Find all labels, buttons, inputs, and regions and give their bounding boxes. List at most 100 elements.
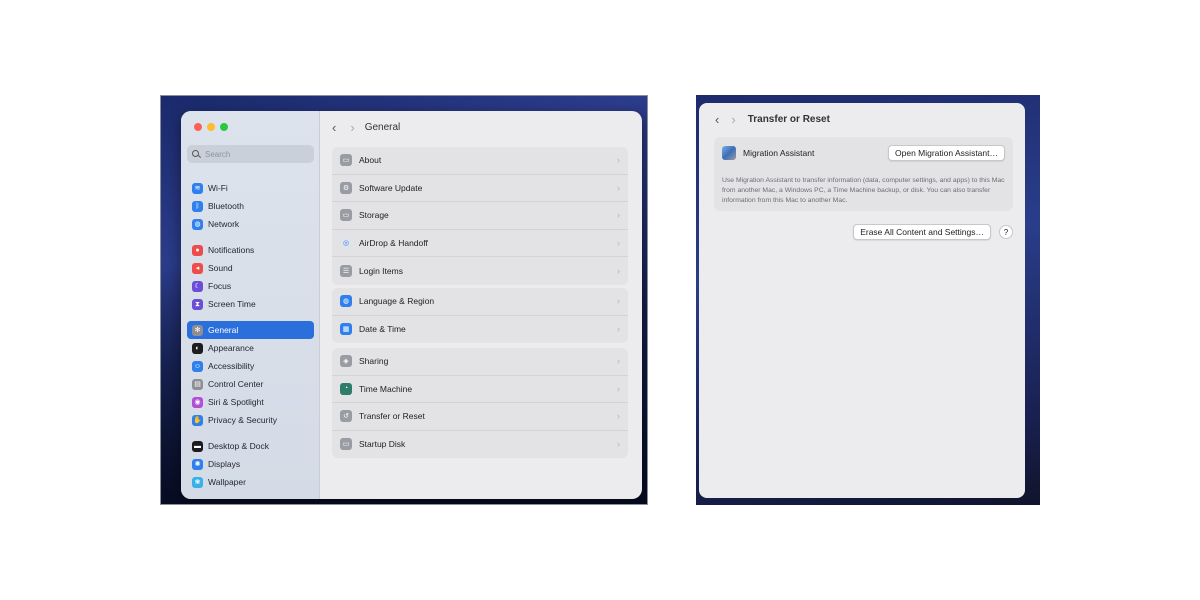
sidebar-item-label: Screen Time [208, 299, 256, 309]
transfer-reset-icon: ↺ [340, 410, 352, 423]
settings-row[interactable]: ▦ Date & Time › [332, 316, 628, 344]
wifi-icon: ≋ [192, 182, 203, 194]
settings-row[interactable]: ◔ Time Machine › [332, 376, 628, 403]
settings-row-label: Login Items [359, 265, 403, 276]
airdrop-icon: ◎ [340, 236, 352, 249]
sidebar-item-label: Displays [208, 459, 241, 469]
settings-row-label: AirDrop & Handoff [359, 237, 428, 248]
sidebar-item[interactable]: ᛒ Bluetooth [187, 197, 314, 215]
language-icon: ◍ [340, 295, 352, 308]
sidebar-item[interactable]: ⧗ Screen Time [187, 295, 314, 313]
sidebar-item[interactable]: ❀ Wallpaper [187, 473, 314, 491]
sidebar-item[interactable]: ☾ Focus [187, 277, 314, 295]
sidebar-item[interactable]: ◂ Sound [187, 259, 314, 277]
settings-row-label: Language & Region [359, 296, 435, 307]
settings-row[interactable]: ⚙ Software Update › [332, 175, 628, 202]
sidebar-group: ✻ General ◐ Appearance ☺ Accessibility ▤ Contro… [187, 321, 314, 429]
control-center-icon: ▤ [192, 378, 203, 390]
sidebar-item[interactable]: ▤ Control Center [187, 375, 314, 393]
minimize-button[interactable] [207, 123, 215, 131]
migration-description: Use Migration Assistant to transfer info… [722, 177, 1005, 204]
navigation-bar: ‹ › Transfer or Reset [715, 113, 830, 126]
migration-assistant-row: Migration Assistant Open Migration Assis… [722, 145, 1005, 161]
forward-chevron-icon[interactable]: › [731, 113, 735, 126]
sidebar-item[interactable]: ▬ Desktop & Dock [187, 437, 314, 455]
migration-assistant-label: Migration Assistant [743, 148, 815, 158]
page-title: General [364, 121, 401, 133]
settings-row[interactable]: ◈ Sharing › [332, 348, 628, 376]
speaker-icon: ◂ [192, 262, 203, 274]
sidebar-item[interactable]: ✻ General [187, 321, 314, 339]
settings-row[interactable]: ▭ About › [332, 147, 628, 175]
chevron-right-icon: › [617, 296, 620, 307]
close-button[interactable] [194, 123, 202, 131]
sidebar-list: ≋ Wi-Fi ᛒ Bluetooth ◍ Network ● Notifications ◂ S… [187, 179, 314, 499]
search-input[interactable] [205, 149, 305, 159]
sidebar-item[interactable]: ● Notifications [187, 241, 314, 259]
sidebar-item-label: Wi-Fi [208, 183, 228, 193]
settings-row-label: About [359, 155, 382, 166]
sidebar-item[interactable]: ✺ Displays [187, 455, 314, 473]
wallpaper-icon: ❀ [192, 476, 203, 488]
chevron-right-icon: › [617, 182, 620, 193]
dock-icon: ▬ [192, 440, 203, 452]
hourglass-icon: ⧗ [192, 298, 203, 310]
accessibility-icon: ☺ [192, 360, 203, 372]
settings-row-label: Time Machine [359, 383, 413, 394]
sidebar-item[interactable]: ☺ Accessibility [187, 357, 314, 375]
settings-row[interactable]: ◎ AirDrop & Handoff › [332, 230, 628, 257]
migration-assistant-panel: Migration Assistant Open Migration Assis… [714, 137, 1013, 211]
navigation-bar: ‹ › General [332, 120, 400, 134]
erase-all-content-button[interactable]: Erase All Content and Settings… [853, 224, 991, 240]
settings-group: ◈ Sharing › ◔ Time Machine › ↺ Transfer or Rese… [332, 348, 628, 458]
migration-assistant-icon [722, 146, 736, 160]
sharing-icon: ◈ [340, 355, 352, 368]
settings-row[interactable]: ☰ Login Items › [332, 257, 628, 285]
chevron-right-icon: › [617, 265, 620, 276]
main-pane: ‹ › General ▭ About › ⚙ Software Update › ▭ Sto… [320, 111, 642, 499]
help-button[interactable]: ? [999, 225, 1013, 239]
login-items-icon: ☰ [340, 264, 352, 277]
zoom-button[interactable] [220, 123, 228, 131]
gear-icon: ✻ [192, 324, 203, 336]
appearance-icon: ◐ [192, 342, 203, 354]
right-screenshot: ‹ › Transfer or Reset Migration Assistan… [696, 95, 1040, 505]
bell-icon: ● [192, 244, 203, 256]
sidebar-item[interactable]: ◐ Appearance [187, 339, 314, 357]
settings-row-label: Startup Disk [359, 439, 406, 450]
chevron-right-icon: › [617, 356, 620, 367]
sidebar-group: ≋ Wi-Fi ᛒ Bluetooth ◍ Network [187, 179, 314, 233]
back-chevron-icon[interactable]: ‹ [332, 121, 336, 134]
settings-row-label: Date & Time [359, 324, 406, 335]
sidebar-group: ▬ Desktop & Dock ✺ Displays ❀ Wallpaper [187, 437, 314, 491]
sidebar-item[interactable]: ✋ Privacy & Security [187, 411, 314, 429]
chevron-right-icon: › [617, 439, 620, 450]
sidebar-item-label: Siri & Spotlight [208, 397, 264, 407]
storage-icon: ▭ [340, 209, 352, 222]
erase-row: Erase All Content and Settings… ? [853, 224, 1013, 240]
sidebar-item-label: Control Center [208, 379, 264, 389]
settings-row-label: Storage [359, 210, 389, 221]
open-migration-assistant-button[interactable]: Open Migration Assistant… [888, 145, 1005, 161]
sidebar-item[interactable]: ◉ Siri & Spotlight [187, 393, 314, 411]
chevron-right-icon: › [617, 383, 620, 394]
sidebar-item[interactable]: ◍ Network [187, 215, 314, 233]
hand-icon: ✋ [192, 414, 203, 426]
search-icon [192, 149, 201, 159]
sidebar-item-label: Network [208, 219, 240, 229]
settings-row-label: Software Update [359, 182, 423, 193]
settings-row[interactable]: ↺ Transfer or Reset › [332, 403, 628, 431]
settings-row[interactable]: ◍ Language & Region › [332, 288, 628, 316]
settings-row[interactable]: ▭ Startup Disk › [332, 431, 628, 459]
settings-group: ▭ About › ⚙ Software Update › ▭ Storage › ◎ AirDro… [332, 147, 628, 285]
sidebar-item-label: Desktop & Dock [208, 441, 269, 451]
settings-row[interactable]: ▭ Storage › [332, 202, 628, 230]
transfer-reset-window: ‹ › Transfer or Reset Migration Assistan… [699, 103, 1025, 498]
sidebar-item[interactable]: ≋ Wi-Fi [187, 179, 314, 197]
calendar-icon: ▦ [340, 323, 352, 336]
search-field[interactable] [187, 145, 314, 163]
sidebar-item-label: Notifications [208, 245, 255, 255]
back-chevron-icon[interactable]: ‹ [715, 113, 719, 126]
forward-chevron-icon[interactable]: › [350, 121, 354, 134]
software-update-icon: ⚙ [340, 181, 352, 194]
